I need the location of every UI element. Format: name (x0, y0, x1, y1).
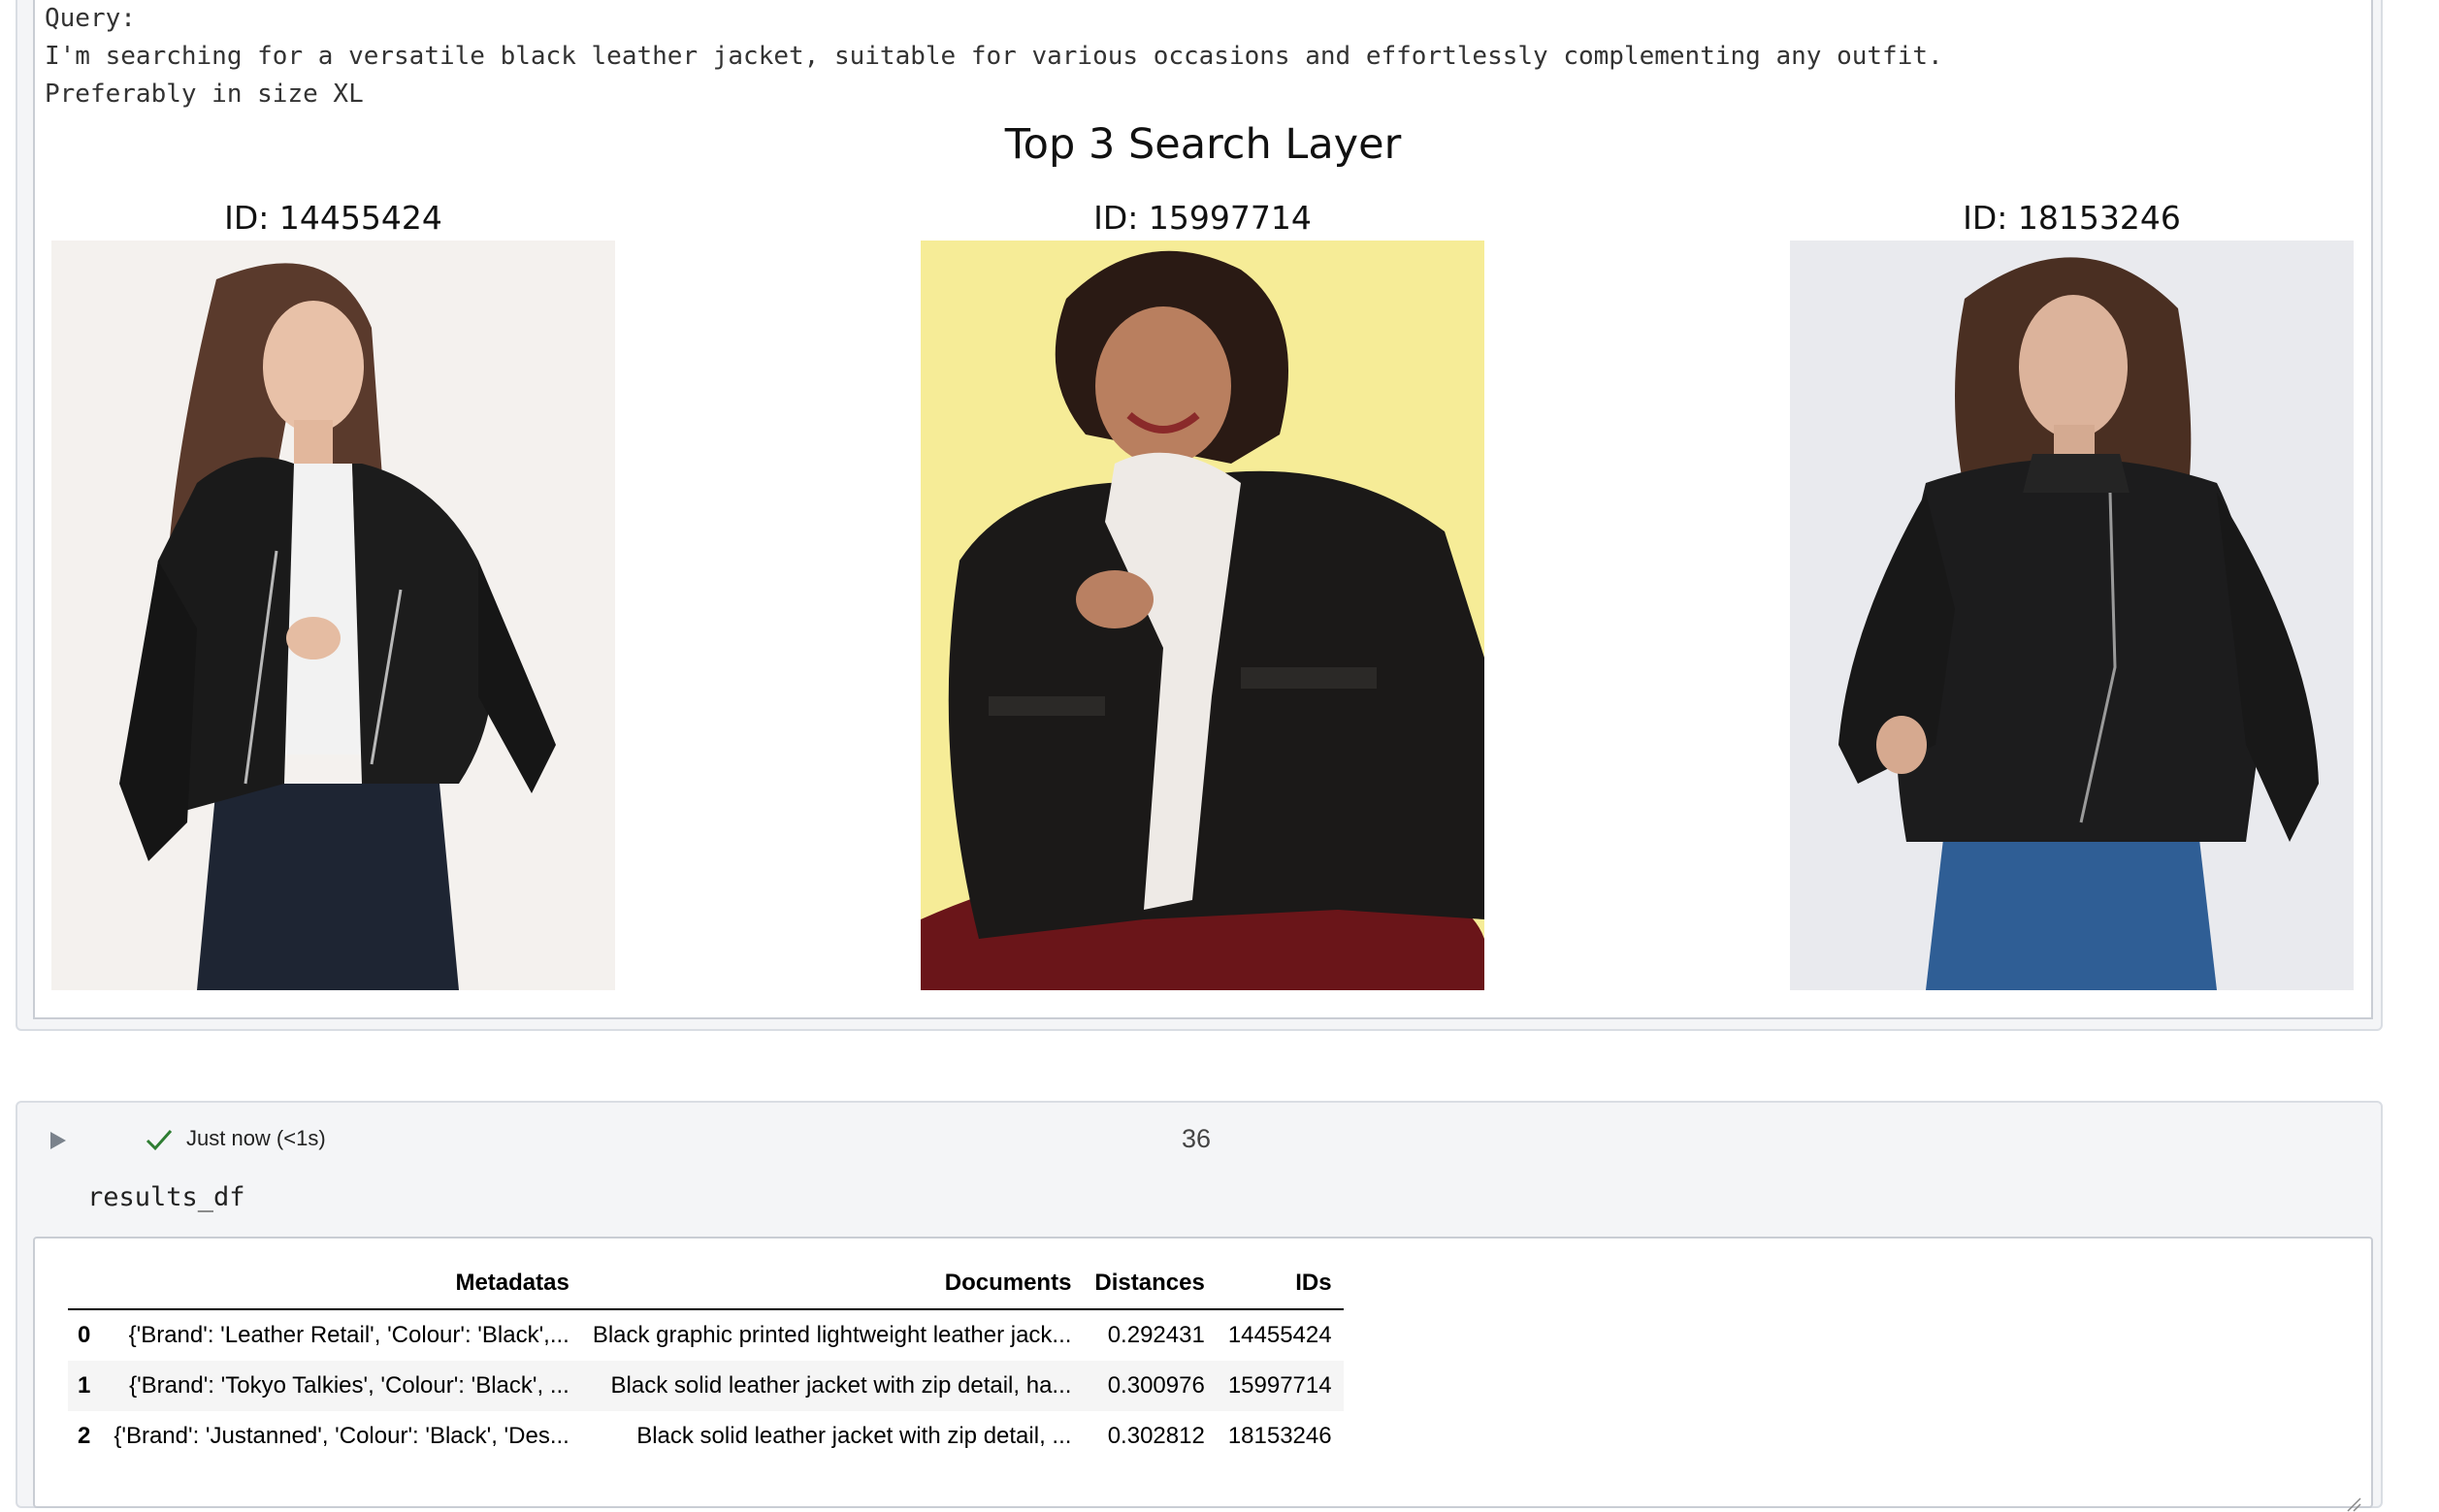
column-header-index (68, 1258, 103, 1310)
cell-documents: Black graphic printed lightweight leathe… (592, 1322, 1072, 1348)
product-photo-3 (1790, 241, 2354, 990)
product-photo-1 (51, 241, 615, 990)
cell-ids: 18153246 (1227, 1423, 1332, 1449)
table-header-row: Metadatas Documents Distances IDs (68, 1258, 1344, 1310)
figure-title: Top 3 Search Layer (1004, 120, 1402, 169)
row-index: 0 (78, 1322, 91, 1348)
column-header-ids: IDs (1216, 1258, 1344, 1310)
dataframe-output: Metadatas Documents Distances IDs 0 {'Br… (33, 1237, 2373, 1512)
result-panel-2: ID: 15997714 (921, 196, 1484, 990)
code-editor[interactable]: results_df (87, 1182, 245, 1212)
cell-documents: Black solid leather jacket with zip deta… (580, 1361, 1084, 1411)
column-header-documents: Documents (580, 1258, 1084, 1310)
figure-output: Query: I'm searching for a versatile bla… (33, 0, 2373, 1019)
table-row: 0 {'Brand': 'Leather Retail', 'Colour': … (68, 1309, 1344, 1361)
table-row: 1 {'Brand': 'Tokyo Talkies', 'Colour': '… (68, 1361, 1344, 1411)
cell-distances: 0.302812 (1107, 1423, 1205, 1449)
cell-distances: 0.300976 (1083, 1361, 1217, 1411)
query-text-line2: Preferably in size XL (45, 80, 364, 109)
cell-documents: Black solid leather jacket with zip deta… (636, 1423, 1072, 1449)
row-index: 2 (78, 1423, 91, 1449)
execution-status: Just now (<1s) (186, 1126, 326, 1150)
product-photo-2 (921, 241, 1484, 990)
table-row: 2 {'Brand': 'Justanned', 'Colour': 'Blac… (68, 1411, 1344, 1462)
cell-metadatas: {'Brand': 'Justanned', 'Colour': 'Black'… (114, 1423, 569, 1449)
cell-metadatas: {'Brand': 'Leather Retail', 'Colour': 'B… (128, 1322, 569, 1348)
query-label: Query: (45, 4, 136, 33)
result-id-label: ID: 15997714 (1093, 199, 1312, 237)
cell-ids: 15997714 (1216, 1361, 1344, 1411)
result-panel-3: ID: 18153246 (1790, 196, 2354, 990)
results-table: Metadatas Documents Distances IDs 0 {'Br… (68, 1258, 1344, 1462)
execution-count: 36 (1182, 1124, 1212, 1153)
cell-ids: 14455424 (1227, 1322, 1332, 1348)
result-id-label: ID: 18153246 (1963, 199, 2181, 237)
result-panel-1: ID: 14455424 (51, 196, 615, 990)
checkmark-icon (146, 1130, 173, 1151)
resize-handle-icon[interactable] (2346, 1496, 2361, 1512)
query-text-line1: I'm searching for a versatile black leat… (45, 42, 1943, 71)
row-index: 1 (68, 1361, 103, 1411)
column-header-metadatas: Metadatas (102, 1258, 581, 1310)
cell-distances: 0.292431 (1107, 1322, 1205, 1348)
result-id-label: ID: 14455424 (224, 199, 442, 237)
play-icon[interactable] (50, 1132, 66, 1149)
column-header-distances: Distances (1083, 1258, 1217, 1310)
cell-metadatas: {'Brand': 'Tokyo Talkies', 'Colour': 'Bl… (102, 1361, 581, 1411)
